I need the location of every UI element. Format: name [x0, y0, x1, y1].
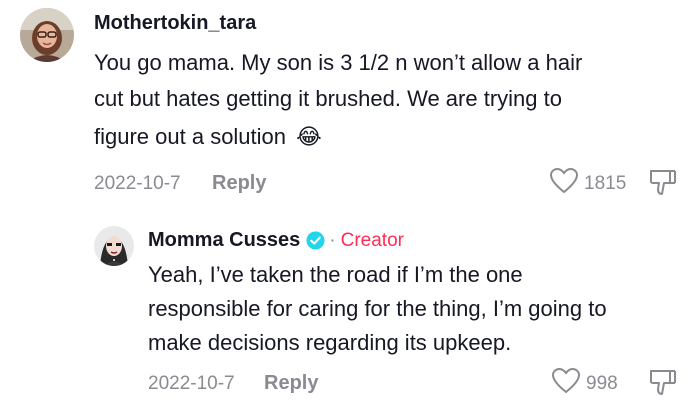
comment-like-button[interactable]: 1815 [549, 167, 627, 199]
user-avatar-icon[interactable] [20, 8, 74, 62]
creator-tag: Creator [340, 229, 404, 251]
reply-date: 2022-10-7 [148, 373, 235, 394]
reply-header: Momma Cusses · Creator [148, 229, 404, 252]
separator-dot: · [329, 229, 336, 251]
comment-username[interactable]: Mothertokin_tara [94, 12, 256, 35]
heart-outline-icon [549, 167, 579, 199]
heart-outline-icon [551, 367, 581, 399]
reply-reply-button[interactable]: Reply [264, 372, 318, 395]
reply-dislike-button[interactable] [648, 367, 678, 402]
laughing-emoji-icon: 😂 [296, 124, 322, 149]
comment-reply-button[interactable]: Reply [212, 172, 266, 195]
reply-like-count: 998 [586, 372, 618, 394]
comment-dislike-button[interactable] [648, 167, 678, 202]
comment-like-count: 1815 [584, 172, 627, 194]
reply-like-button[interactable]: 998 [551, 367, 618, 399]
thumbs-down-icon [648, 370, 678, 401]
creator-avatar-icon[interactable] [94, 226, 134, 266]
reply-username[interactable]: Momma Cusses [148, 229, 300, 252]
comment-line-1: You go mama. My son is 3 1/2 n won’t all… [94, 50, 583, 75]
reply-line-1: Yeah, I’ve taken the road if I’m the one [148, 262, 523, 287]
comment-date: 2022-10-7 [94, 173, 181, 194]
reply-line-3: make decisions regarding its upkeep. [148, 330, 512, 355]
comment-item: Mothertokin_tara You go mama. My son is … [0, 0, 700, 210]
reply-item: Momma Cusses · Creator Yeah, I’ve taken … [0, 210, 700, 412]
reply-line-2: responsible for caring for the thing, I’… [148, 296, 607, 321]
verified-badge-icon [306, 231, 325, 250]
comment-line-3: figure out a solution 😂 [94, 120, 322, 154]
comment-line-2: cut but hates getting it brushed. We are… [94, 86, 562, 111]
comment-line-3-text: figure out a solution [94, 124, 287, 149]
thumbs-down-icon [648, 170, 678, 201]
